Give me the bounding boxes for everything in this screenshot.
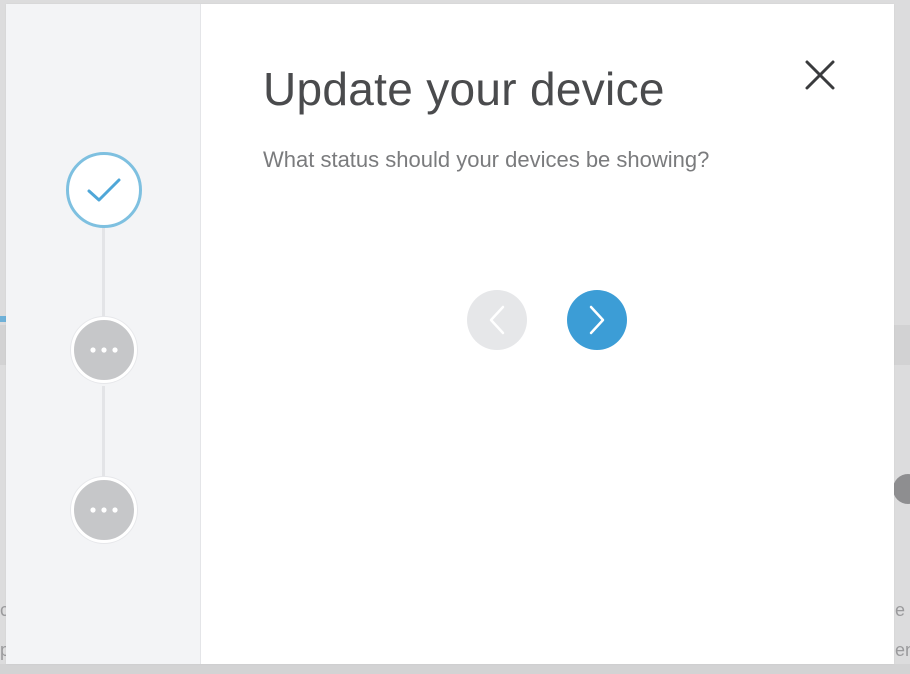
more-dots-icon [90, 507, 118, 513]
check-icon [87, 178, 121, 202]
background-text-fragment: en [895, 640, 910, 660]
close-button[interactable] [797, 52, 843, 98]
modal-question: What status should your devices be showi… [263, 147, 710, 172]
help-icon [893, 474, 910, 504]
update-device-modal: Update your device What status should yo… [6, 4, 894, 664]
background-text-fragment: e [895, 600, 906, 620]
modal-title: Update your device [263, 63, 665, 115]
modal-content: Update your device What status should yo… [201, 4, 894, 664]
step-2-pending [71, 317, 137, 383]
chevron-left-icon [489, 305, 505, 335]
chevron-right-icon [589, 305, 605, 335]
step-connector [102, 226, 105, 318]
previous-button[interactable] [467, 290, 527, 350]
progress-stepper [6, 4, 201, 664]
more-dots-icon [90, 347, 118, 353]
step-3-pending [71, 477, 137, 543]
background-bottom-bar [0, 664, 910, 674]
step-connector [102, 386, 105, 478]
step-1-complete [66, 152, 142, 228]
next-button[interactable] [567, 290, 627, 350]
close-icon [805, 60, 835, 90]
